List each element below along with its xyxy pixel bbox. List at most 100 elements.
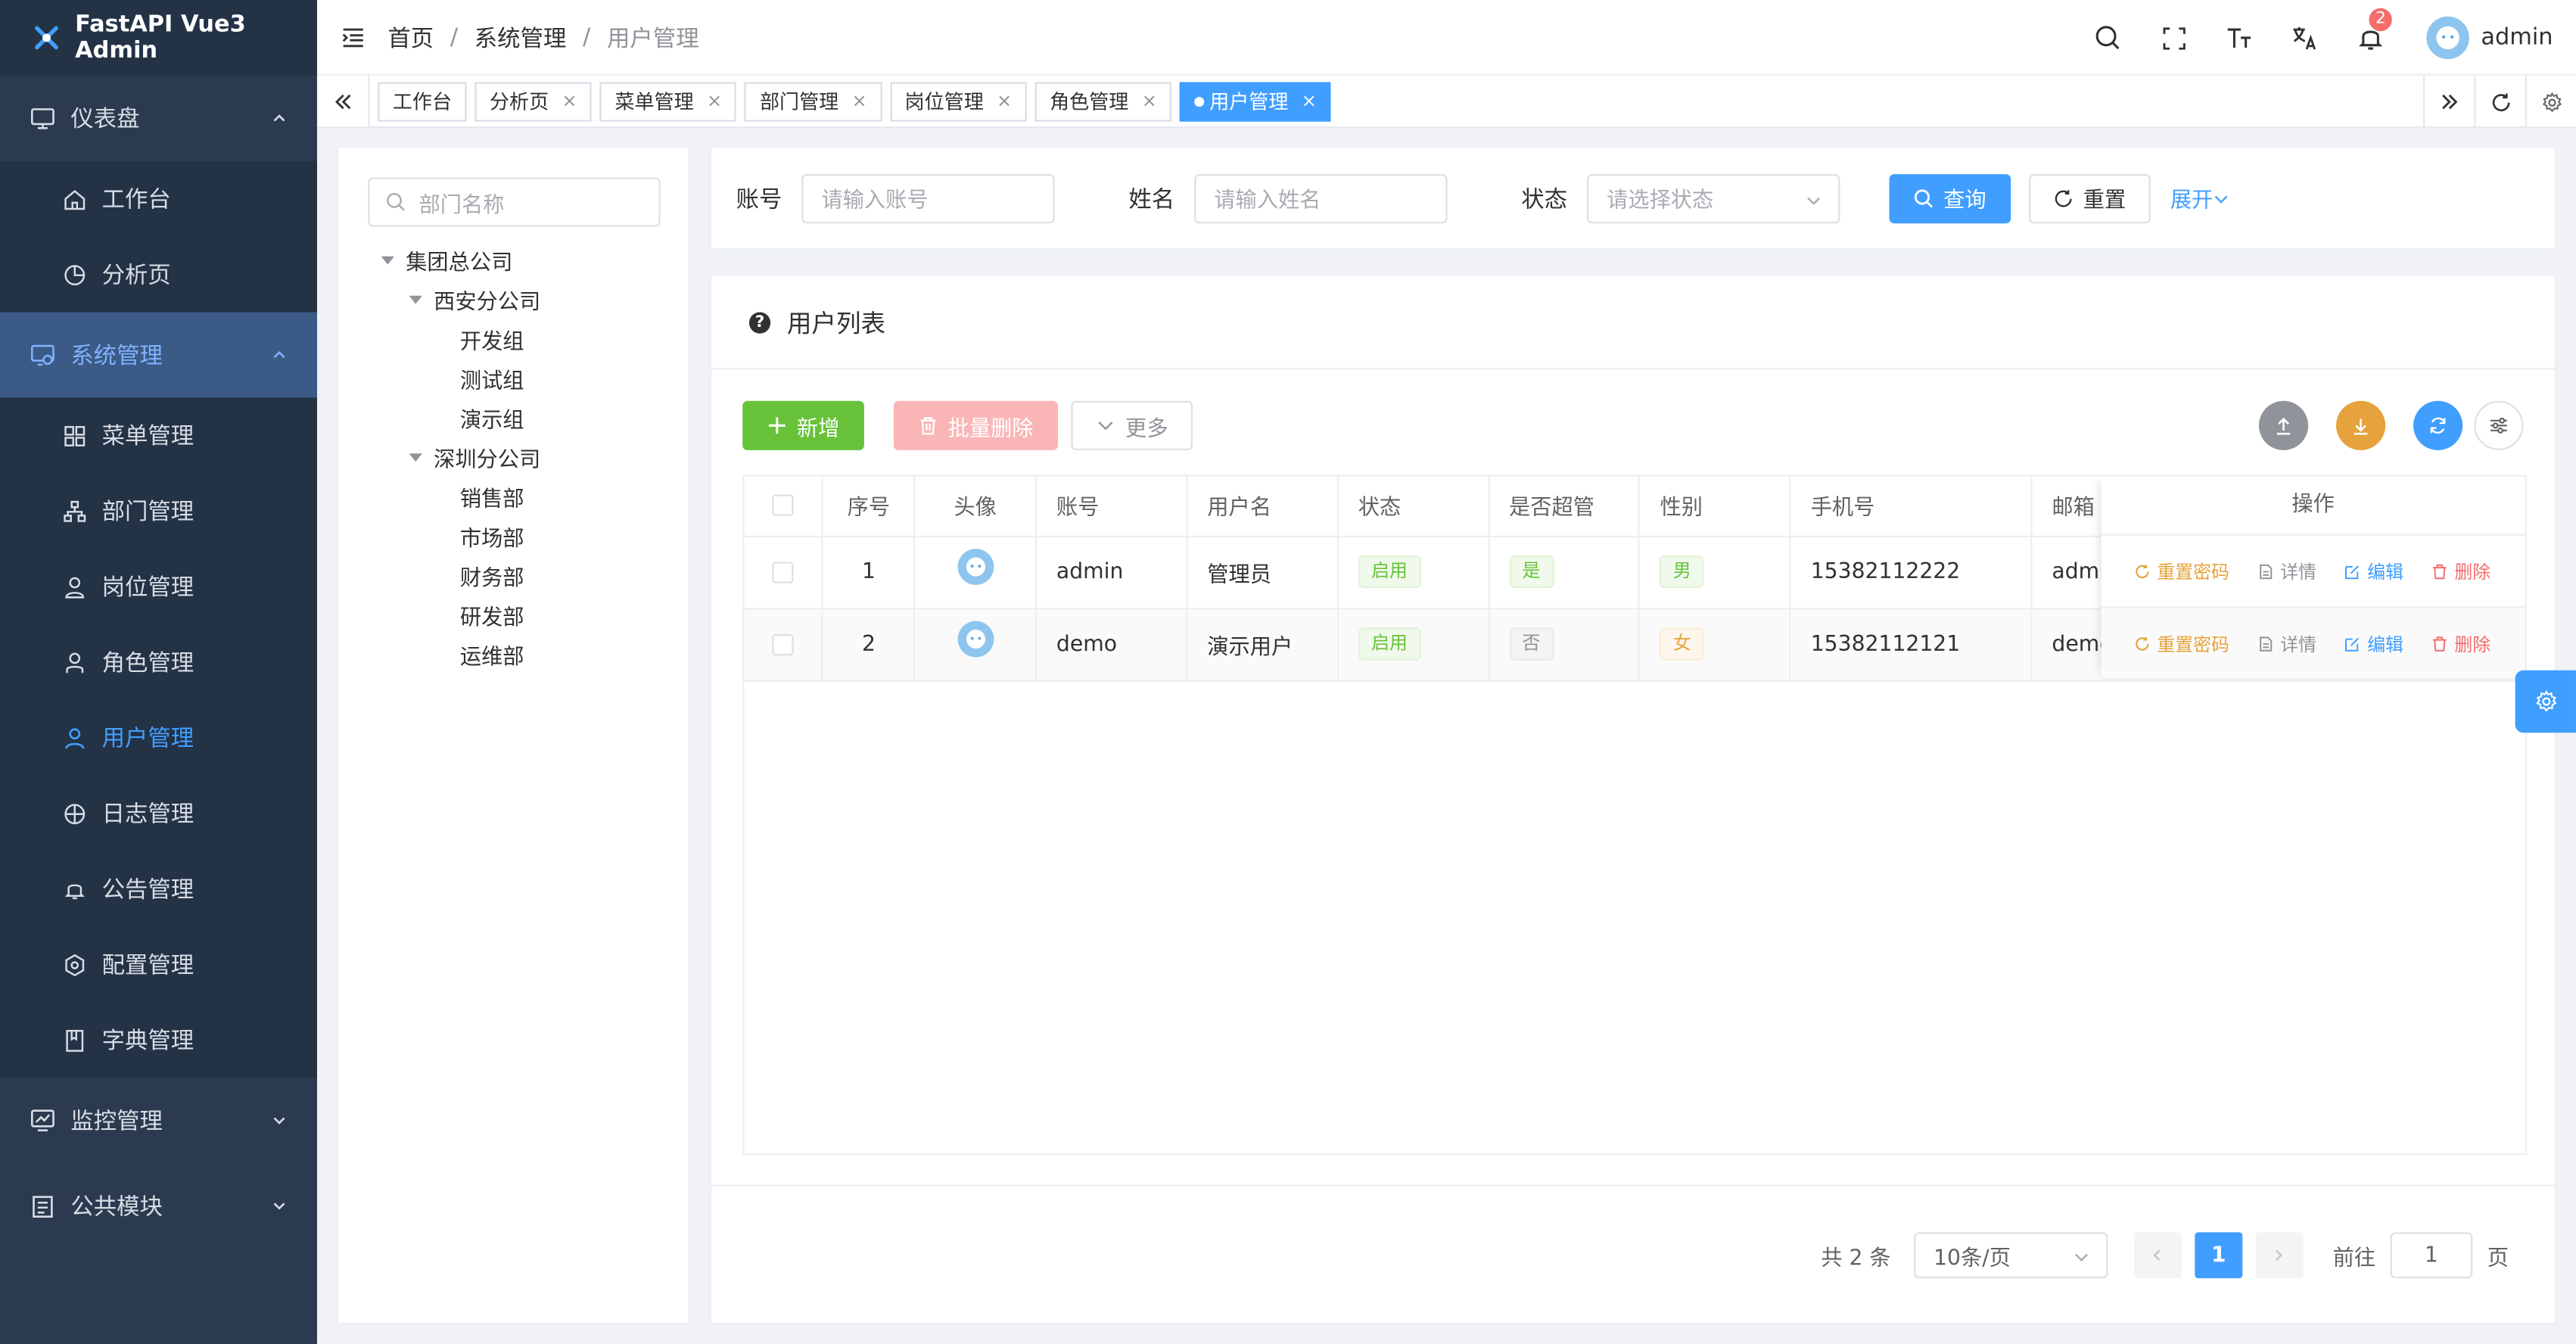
account-input[interactable]: 请输入账号 (801, 173, 1055, 223)
help-icon[interactable]: ? (748, 311, 771, 333)
tree-node-leaf[interactable]: 演示组 (378, 397, 540, 437)
tree-node-leaf[interactable]: 开发组 (378, 319, 540, 358)
tab-menu[interactable]: 菜单管理 × (599, 81, 737, 121)
tabs-scroll-left[interactable] (317, 74, 370, 128)
tabs-scroll-right[interactable] (2423, 75, 2474, 129)
import-button[interactable] (2258, 400, 2309, 450)
font-size-icon[interactable] (2225, 23, 2254, 52)
sidebar-item-dict[interactable]: 字典管理 (0, 1002, 317, 1078)
tree-node-branch[interactable]: 深圳分公司 (378, 437, 540, 477)
sidebar-item-config[interactable]: 配置管理 (0, 927, 317, 1003)
next-page-button[interactable] (2255, 1232, 2304, 1279)
avatar[interactable] (957, 621, 994, 658)
theme-settings-button[interactable] (2515, 670, 2576, 733)
select-all-checkbox[interactable] (772, 495, 794, 517)
sidebar-group-public[interactable]: 公共模块 (0, 1163, 317, 1249)
page-number-current[interactable]: 1 (2195, 1232, 2243, 1279)
caret-down-icon[interactable] (378, 250, 397, 269)
sidebar-item-dept[interactable]: 部门管理 (0, 473, 317, 549)
menu-fold-icon[interactable] (342, 26, 365, 48)
column-settings-button[interactable] (2474, 400, 2524, 450)
search-icon[interactable] (2093, 23, 2123, 52)
name-input[interactable]: 请输入姓名 (1194, 173, 1448, 223)
compass-icon (61, 800, 87, 826)
delete-button[interactable]: 删除 (2431, 630, 2490, 657)
sidebar-item-role[interactable]: 角色管理 (0, 624, 317, 700)
query-button[interactable]: 查询 (1889, 173, 2011, 223)
refresh-table-button[interactable] (2413, 400, 2463, 450)
edit-icon (2344, 635, 2361, 652)
sidebar-group-system[interactable]: 系统管理 (0, 312, 317, 398)
status-select[interactable]: 请选择状态 (1587, 173, 1840, 223)
breadcrumb-system[interactable]: 系统管理 (474, 20, 567, 53)
caret-down-icon[interactable] (406, 447, 425, 467)
close-icon[interactable]: × (852, 90, 867, 111)
close-icon[interactable]: × (997, 90, 1012, 111)
close-icon[interactable]: × (1302, 90, 1317, 111)
tab-role[interactable]: 角色管理 × (1034, 81, 1172, 121)
sidebar-item-post[interactable]: 岗位管理 (0, 549, 317, 624)
sidebar-item-notice[interactable]: 公告管理 (0, 851, 317, 927)
expand-toggle[interactable]: 展开 (2170, 182, 2229, 213)
tab-user[interactable]: 用户管理 × (1180, 81, 1332, 121)
detail-button[interactable]: 详情 (2257, 558, 2316, 584)
avatar[interactable] (957, 549, 994, 585)
search-icon (1914, 188, 1934, 208)
row-checkbox[interactable] (772, 561, 794, 583)
dept-search-input[interactable]: 部门名称 (368, 177, 661, 227)
app-logo[interactable]: FastAPI Vue3 Admin (0, 0, 317, 76)
breadcrumb-home[interactable]: 首页 (387, 20, 434, 53)
tree-node-root[interactable]: 集团总公司 (378, 240, 540, 279)
export-button[interactable] (2336, 400, 2386, 450)
tree-node-leaf[interactable]: 研发部 (378, 595, 540, 634)
avatar-face-icon (966, 630, 985, 649)
tree-node-leaf[interactable]: 市场部 (378, 516, 540, 555)
org-chart-icon (61, 498, 87, 524)
page-size-select[interactable]: 10条/页 (1914, 1232, 2108, 1279)
delete-button[interactable]: 删除 (2431, 558, 2490, 584)
tab-settings-button[interactable] (2525, 75, 2576, 129)
batch-delete-button[interactable]: 批量删除 (894, 400, 1059, 450)
close-icon[interactable]: × (707, 90, 722, 111)
username[interactable]: admin (2481, 25, 2553, 51)
reset-password-button[interactable]: 重置密码 (2134, 630, 2229, 657)
user-avatar[interactable] (2426, 16, 2470, 60)
tree-node-leaf[interactable]: 财务部 (378, 555, 540, 595)
divider (711, 1184, 2555, 1187)
detail-button[interactable]: 详情 (2257, 630, 2316, 657)
sidebar-item-workbench[interactable]: 工作台 (0, 161, 317, 237)
tab-dept[interactable]: 部门管理 × (745, 81, 882, 121)
edit-button[interactable]: 编辑 (2344, 558, 2403, 584)
sidebar-group-monitor[interactable]: 监控管理 (0, 1078, 317, 1163)
refresh-tab-button[interactable] (2474, 75, 2525, 129)
prev-page-button[interactable] (2133, 1232, 2182, 1279)
reset-password-button[interactable]: 重置密码 (2134, 558, 2229, 584)
tree-node-leaf[interactable]: 运维部 (378, 634, 540, 674)
edit-button[interactable]: 编辑 (2344, 630, 2403, 657)
goto-page-input[interactable]: 1 (2390, 1232, 2473, 1279)
sidebar-item-user[interactable]: 用户管理 (0, 700, 317, 776)
tab-post[interactable]: 岗位管理 × (890, 81, 1027, 121)
sidebar-item-log[interactable]: 日志管理 (0, 776, 317, 851)
sidebar-item-analysis[interactable]: 分析页 (0, 237, 317, 313)
close-icon[interactable]: × (562, 90, 577, 111)
tab-workbench[interactable]: 工作台 (378, 81, 467, 121)
more-dropdown-button[interactable]: 更多 (1071, 400, 1193, 450)
refresh-icon (2134, 635, 2151, 652)
fullscreen-icon[interactable] (2159, 23, 2189, 52)
add-user-button[interactable]: 新增 (742, 400, 864, 450)
sidebar-group-dashboard[interactable]: 仪表盘 (0, 76, 317, 161)
close-icon[interactable]: × (1142, 90, 1157, 111)
caret-down-icon[interactable] (406, 289, 425, 309)
tab-label: 分析页 (489, 90, 549, 114)
notification-bell-icon[interactable]: 2 (2356, 8, 2393, 52)
tab-analysis[interactable]: 分析页 × (474, 81, 593, 121)
sidebar-item-label: 分析页 (101, 263, 171, 290)
tree-node-branch[interactable]: 西安分公司 (378, 279, 540, 319)
reset-button[interactable]: 重置 (2029, 173, 2151, 223)
translate-icon[interactable] (2291, 23, 2320, 52)
sidebar-item-menu[interactable]: 菜单管理 (0, 397, 317, 473)
tree-node-leaf[interactable]: 测试组 (378, 358, 540, 397)
row-checkbox[interactable] (772, 633, 794, 655)
tree-node-leaf[interactable]: 销售部 (378, 477, 540, 516)
